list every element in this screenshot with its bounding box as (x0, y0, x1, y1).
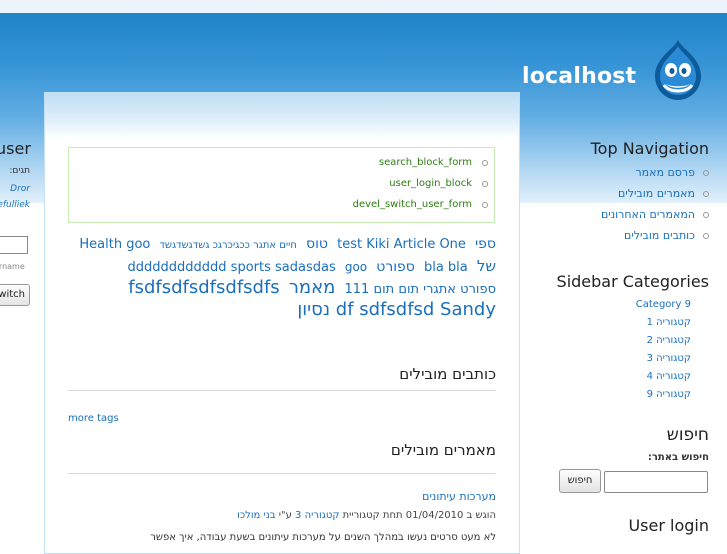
tag-link[interactable]: של (477, 257, 496, 275)
top-navigation-title: Top Navigation (590, 139, 709, 158)
nav-item[interactable]: כותבים מובילים (624, 229, 709, 242)
article-teaser: לא מעט סרטים נעשו במהלך השנים על מערכות … (150, 532, 496, 543)
category-link[interactable]: קטגוריה 3 (647, 353, 691, 364)
nav-item-label[interactable]: כותבים מובילים (624, 229, 695, 242)
bullet-icon (482, 181, 488, 187)
meta-by: ע"י (275, 510, 296, 521)
block-item[interactable]: user_login_block (389, 178, 488, 189)
nav-item-label[interactable]: מאמרים מובילים (618, 187, 695, 200)
site-name[interactable]: localhost (522, 64, 636, 89)
nav-item[interactable]: פרסם מאמר (635, 166, 709, 179)
bullet-icon (703, 170, 709, 176)
username-label: ername (0, 262, 25, 271)
block-link[interactable]: devel_switch_user_form (353, 199, 472, 210)
block-item[interactable]: devel_switch_user_form (353, 199, 488, 210)
section-title-top-authors: כותבים מובילים (399, 365, 496, 383)
block-link[interactable]: user_login_block (389, 178, 472, 189)
search-input[interactable] (604, 471, 708, 493)
bullet-icon (482, 202, 488, 208)
user-login-title: User login (628, 516, 709, 535)
article-category-link[interactable]: קטגוריה 3 (295, 510, 339, 521)
divider (68, 390, 496, 391)
more-tags-link[interactable]: more tags (68, 413, 119, 424)
nav-item[interactable]: המאמרים האחרונים (601, 208, 709, 221)
article-meta: הוגש ב 01/04/2010 תחת קטגוריית קטגוריה 3… (68, 510, 496, 521)
tag-link[interactable]: Health goo (79, 237, 150, 252)
tag-cloud: ספי test Kiki Article One טוס חיים אתגר … (68, 233, 496, 320)
tag-link[interactable]: dddddddddddd sports sadasdas (128, 260, 336, 275)
bullet-icon (703, 191, 709, 197)
tag-link[interactable]: ספורט אתגרי תום תום 111 (345, 282, 496, 297)
sidebar-categories-title: Sidebar Categories (556, 272, 709, 291)
bullet-icon (703, 212, 709, 218)
category-link[interactable]: Category 9 (636, 299, 691, 310)
bullet-icon (482, 160, 488, 166)
search-button[interactable]: חיפוש (559, 469, 601, 493)
block-item[interactable]: search_block_form (379, 157, 488, 168)
search-title: חיפוש (666, 425, 709, 445)
tag-link[interactable]: ספי (475, 236, 496, 252)
article-author-link[interactable]: בני מולכו (237, 510, 275, 521)
left-user-link-efulliek[interactable]: efulliek (0, 200, 30, 210)
nav-item-label[interactable]: פרסם מאמר (635, 166, 695, 179)
switch-user-input[interactable] (0, 236, 28, 254)
block-list: search_block_form user_login_block devel… (68, 147, 495, 223)
left-user-link-dror[interactable]: Dror (10, 184, 30, 194)
tag-link[interactable]: חיים אתגר ככגיכרגכ גשדגשדגשד (159, 240, 296, 251)
main-content: search_block_form user_login_block devel… (44, 92, 520, 554)
tag-link[interactable]: טוס (306, 236, 328, 252)
switch-user-button[interactable]: witch (0, 284, 30, 306)
tag-link[interactable]: מאמר (289, 277, 336, 298)
tag-link[interactable]: ספורט (376, 259, 415, 275)
category-link[interactable]: קטגוריה 9 (647, 389, 691, 400)
main-content-header (45, 93, 519, 139)
meta-prefix: הוגש ב 01/04/2010 תחת קטגוריית (339, 510, 496, 521)
category-link[interactable]: קטגוריה 4 (647, 371, 691, 382)
drupal-logo-icon[interactable] (649, 38, 707, 102)
bullet-icon (703, 233, 709, 239)
tag-link[interactable]: bla bla (424, 260, 468, 275)
category-link[interactable]: קטגוריה 2 (647, 335, 691, 346)
tag-link[interactable]: goo (345, 260, 367, 274)
divider (68, 473, 496, 474)
block-link[interactable]: search_block_form (379, 157, 472, 168)
article-title-link[interactable]: מערכות עיתונים (68, 490, 496, 503)
left-label: תגים: (9, 166, 30, 176)
search-label: חיפוש באתר: (647, 452, 709, 463)
nav-item[interactable]: מאמרים מובילים (618, 187, 709, 200)
nav-item-label[interactable]: המאמרים האחרונים (601, 208, 695, 221)
left-user-title: user (0, 139, 31, 158)
tag-link[interactable]: fsdfsdfsdfsdfsdfs (128, 277, 279, 298)
category-link[interactable]: קטגוריה 1 (647, 317, 691, 328)
tag-link[interactable]: test Kiki Article One (337, 237, 466, 252)
tag-link[interactable]: df sdfsdfsd Sandy נסיון (297, 299, 496, 320)
top-band (0, 0, 727, 13)
section-title-top-articles: מאמרים מובילים (390, 441, 496, 459)
